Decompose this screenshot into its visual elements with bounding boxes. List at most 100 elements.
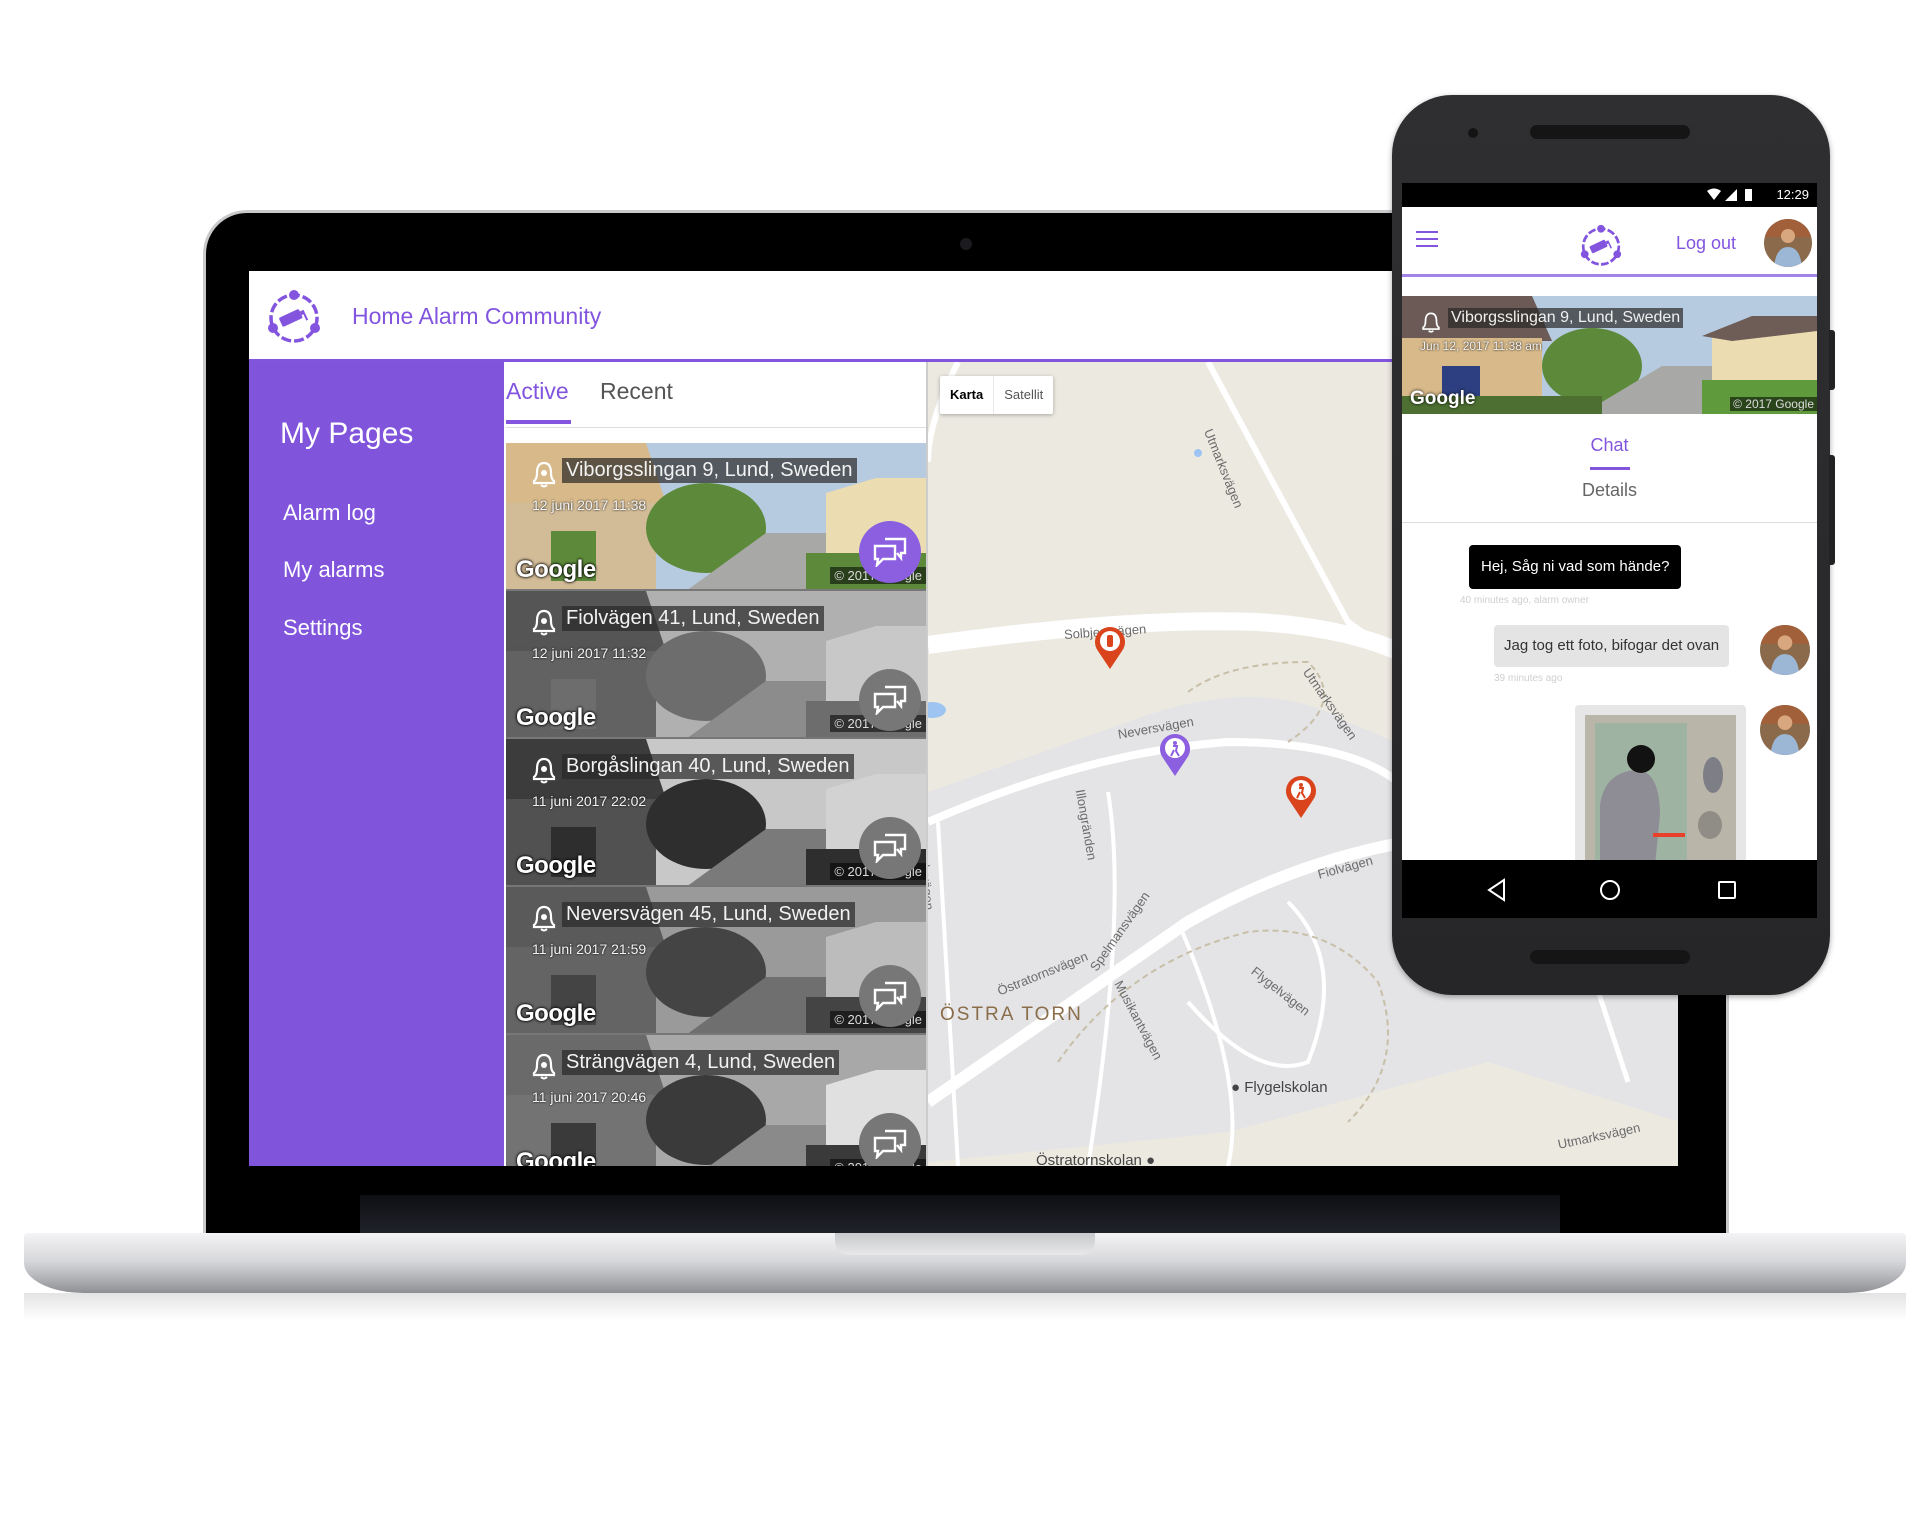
avatar-photo xyxy=(1764,219,1812,267)
chat-bubbles-icon xyxy=(873,981,907,1011)
alarm-card[interactable]: Borgåslingan 40, Lund, Sweden 11 juni 20… xyxy=(506,739,926,887)
avatar-photo xyxy=(1760,625,1810,675)
alarm-address: Viborgsslingan 9, Lund, Sweden xyxy=(562,458,857,483)
phone-power-button xyxy=(1829,330,1835,390)
alarm-address: Strängvägen 4, Lund, Sweden xyxy=(562,1050,840,1075)
sidebar-item-settings[interactable]: Settings xyxy=(283,615,363,641)
phone-header: Log out xyxy=(1402,207,1817,277)
hamburger-menu-icon[interactable] xyxy=(1416,231,1438,249)
alarm-date: 11 juni 2017 20:46 xyxy=(532,1089,647,1105)
laptop-shadow xyxy=(24,1293,1906,1321)
alarm-date: 12 juni 2017 11:38 xyxy=(532,497,647,513)
avatar-photo xyxy=(1760,705,1810,755)
sidebar-item-my-alarms[interactable]: My alarms xyxy=(283,557,384,583)
message-meta: 39 minutes ago xyxy=(1494,673,1563,684)
home-icon[interactable] xyxy=(1597,877,1623,903)
app-title: Home Alarm Community xyxy=(352,303,602,329)
alarm-date: 11 juni 2017 21:59 xyxy=(532,941,647,957)
alarm-list-panel: Active Recent Viborgsslingan 9, Lund, Sw… xyxy=(504,362,926,1166)
phone-speaker-bottom xyxy=(1530,950,1690,964)
chat-bubbles-icon xyxy=(873,685,907,715)
chat-image-message[interactable] xyxy=(1575,705,1746,865)
laptop-notch xyxy=(835,1233,1095,1255)
bell-fire-icon xyxy=(532,1053,556,1080)
back-icon[interactable] xyxy=(1484,877,1510,903)
google-watermark: Google xyxy=(516,556,596,583)
alarm-address: Fiolvägen 41, Lund, Sweden xyxy=(562,606,824,631)
alarm-address: Viborgsslingan 9, Lund, Sweden xyxy=(1448,308,1684,328)
bell-intruder-icon xyxy=(532,461,556,488)
bell-gas-icon xyxy=(532,905,556,932)
chat-message-incoming: Hej, Såg ni vad som hände? xyxy=(1469,545,1682,589)
battery-icon xyxy=(1745,189,1752,201)
bell-intruder-icon xyxy=(532,757,556,784)
sidebar-item-alarm-log[interactable]: Alarm log xyxy=(283,500,376,526)
alarm-address: Borgåslingan 40, Lund, Sweden xyxy=(562,754,854,779)
tab-details[interactable]: Details xyxy=(1402,480,1817,501)
logout-button[interactable]: Log out xyxy=(1676,233,1736,254)
google-watermark: Google xyxy=(516,704,596,731)
google-watermark: Google xyxy=(516,1000,596,1027)
chat-bubbles-icon xyxy=(873,833,907,863)
alarm-date: 12 juni 2017 11:32 xyxy=(532,645,647,661)
alarm-pin-intruder-selected[interactable] xyxy=(1158,732,1192,776)
status-bar: 12:29 xyxy=(1402,183,1817,207)
alarm-card[interactable]: Fiolvägen 41, Lund, Sweden 12 juni 2017 … xyxy=(506,591,926,739)
alarm-streetview[interactable]: Viborgsslingan 9, Lund, Sweden Jun 12, 2… xyxy=(1402,296,1817,414)
android-nav-bar xyxy=(1402,860,1817,918)
open-chat-button[interactable] xyxy=(859,965,921,1027)
google-copyright: © 2017 Google xyxy=(1730,397,1817,411)
google-watermark: Google xyxy=(516,1148,596,1166)
poi-ostratornskolan[interactable]: Östratornskolan ● xyxy=(1036,1152,1155,1166)
open-chat-button[interactable] xyxy=(859,521,921,583)
sender-avatar[interactable] xyxy=(1760,625,1810,675)
alarm-date: Jun 12, 2017 11:38 am xyxy=(1420,339,1542,353)
tab-recent[interactable]: Recent xyxy=(600,378,673,405)
alarm-address: Neversvägen 45, Lund, Sweden xyxy=(562,902,855,927)
poi-flygelskolan[interactable]: ● Flygelskolan xyxy=(1231,1079,1328,1096)
chat-bubbles-icon xyxy=(873,537,907,567)
status-time: 12:29 xyxy=(1776,187,1809,202)
tab-chat[interactable]: Chat xyxy=(1402,435,1817,456)
signal-icon xyxy=(1725,189,1737,201)
phone-speaker-top xyxy=(1530,125,1690,139)
map-type-satellit[interactable]: Satellit xyxy=(994,376,1053,414)
phone-front-camera xyxy=(1468,128,1478,138)
camera-network-icon[interactable] xyxy=(263,285,325,347)
open-chat-button[interactable] xyxy=(859,817,921,879)
recents-icon[interactable] xyxy=(1714,877,1740,903)
google-watermark: Google xyxy=(1410,388,1476,409)
alarm-pin-intruder[interactable] xyxy=(1284,774,1318,818)
tab-active[interactable]: Active xyxy=(506,378,569,405)
camera-network-icon[interactable] xyxy=(1577,221,1625,269)
pond xyxy=(928,702,946,718)
status-icons xyxy=(1707,188,1752,201)
alarm-card[interactable]: Strängvägen 4, Lund, Sweden 11 juni 2017… xyxy=(506,1035,926,1166)
tabs-divider xyxy=(1402,522,1817,523)
pond-small xyxy=(1194,449,1202,457)
phone-screen: 12:29 Log out Viborgsslingan 9, Lund, Sw… xyxy=(1402,183,1817,918)
google-watermark: Google xyxy=(516,852,596,879)
burglar-photo xyxy=(1585,715,1736,865)
laptop-camera xyxy=(960,238,972,250)
phone-volume-button xyxy=(1829,455,1835,565)
alarm-pin-gas[interactable] xyxy=(1093,625,1127,669)
alarm-card[interactable]: Neversvägen 45, Lund, Sweden 11 juni 201… xyxy=(506,887,926,1035)
open-chat-button[interactable] xyxy=(859,669,921,731)
chat-message-outgoing: Jag tog ett foto, bifogar det ovan xyxy=(1494,625,1730,667)
open-chat-button[interactable] xyxy=(859,1113,921,1166)
message-meta: 40 minutes ago, alarm owner xyxy=(1460,595,1589,606)
alarm-list: Viborgsslingan 9, Lund, Sweden 12 juni 2… xyxy=(506,443,926,1166)
sidebar: My Pages Alarm log My alarms Settings xyxy=(249,362,504,1166)
map-type-karta[interactable]: Karta xyxy=(940,376,995,414)
chat-bubbles-icon xyxy=(873,1129,907,1159)
sender-avatar[interactable] xyxy=(1760,705,1810,755)
alarm-card[interactable]: Viborgsslingan 9, Lund, Sweden 12 juni 2… xyxy=(506,443,926,591)
map-type-control: Karta Satellit xyxy=(940,376,1054,414)
bell-icon xyxy=(1422,312,1440,333)
bell-water-icon xyxy=(532,609,556,636)
user-avatar[interactable] xyxy=(1764,219,1812,267)
chat-tab-indicator xyxy=(1590,467,1630,470)
wifi-icon xyxy=(1707,188,1721,200)
sidebar-heading: My Pages xyxy=(280,417,414,450)
